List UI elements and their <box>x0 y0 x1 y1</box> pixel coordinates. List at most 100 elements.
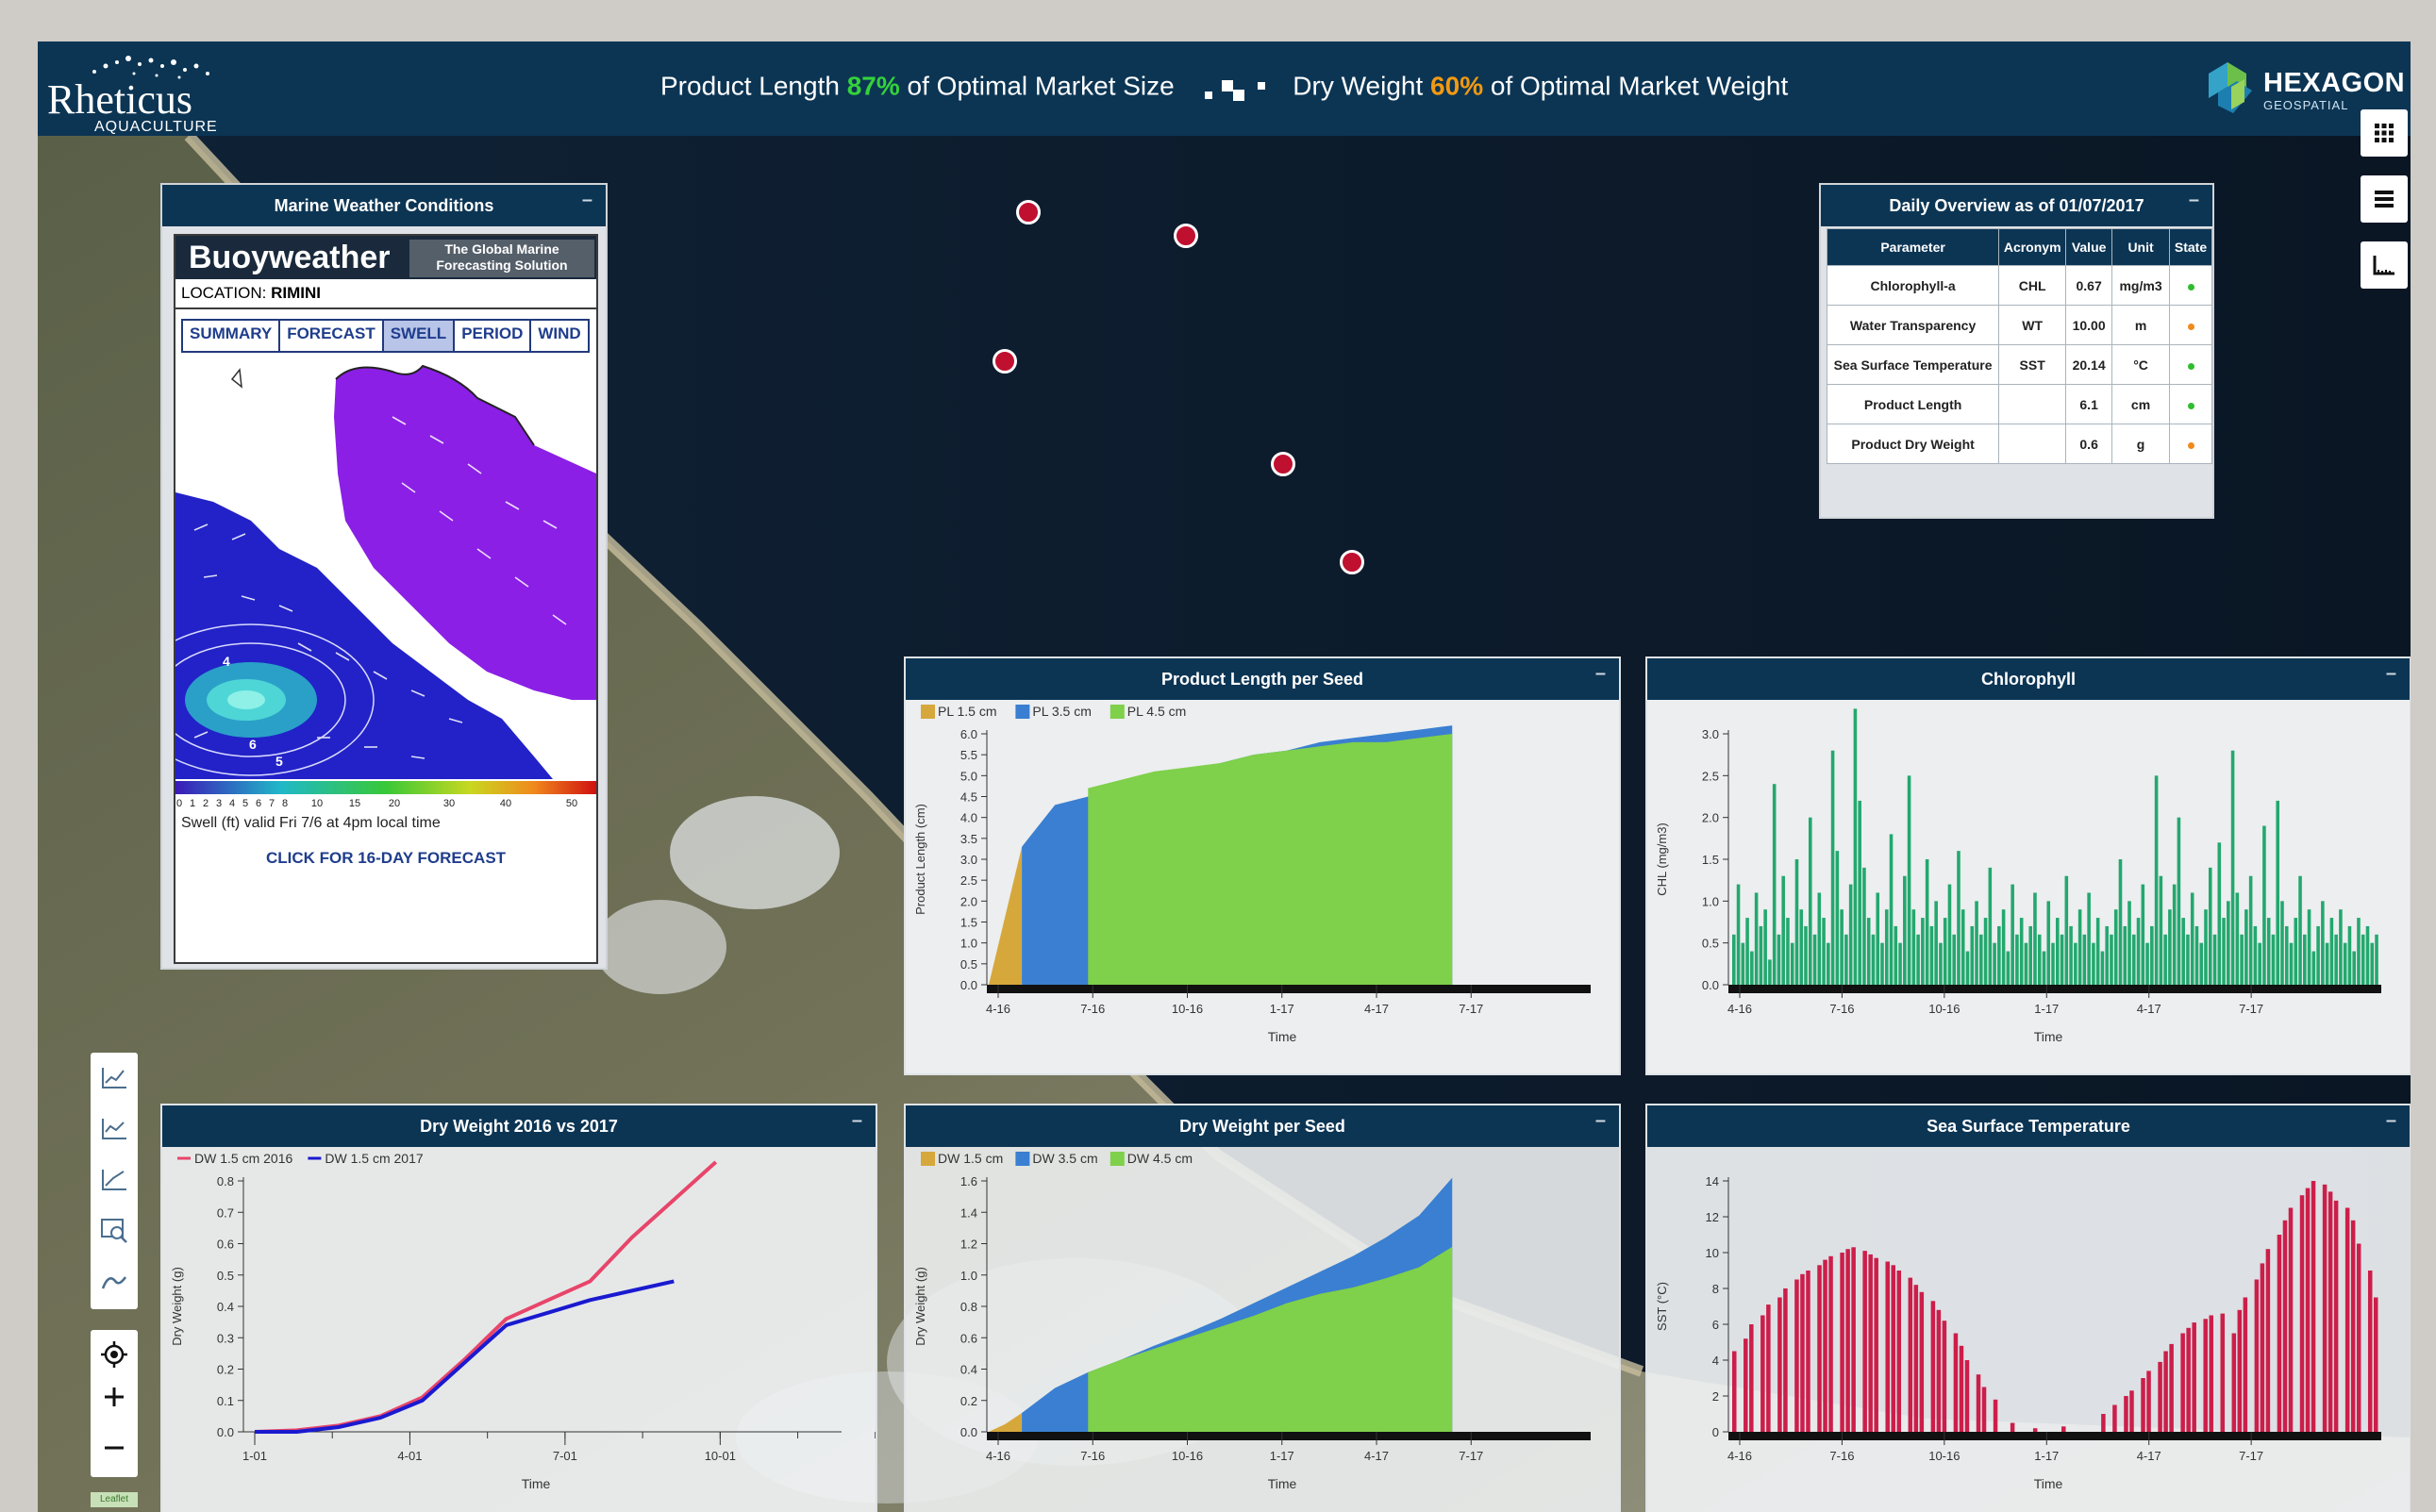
panel-title-text: Dry Weight per Seed <box>1179 1117 1345 1136</box>
bar <box>1934 901 1938 985</box>
x-tick-label: 4-17 <box>2137 1002 2161 1016</box>
app-frame: Rheticus AQUACULTURE Product Length 87% … <box>38 42 2411 1512</box>
x-axis-bar <box>1728 1432 2381 1440</box>
farm-marker[interactable] <box>1271 452 1295 476</box>
measure-button[interactable] <box>2361 241 2408 289</box>
grid-view-button[interactable] <box>2361 109 2408 157</box>
x-tick-label: 7-17 <box>2239 1449 2263 1463</box>
tagline-line-2: Forecasting Solution <box>436 258 568 273</box>
farm-marker[interactable] <box>1340 550 1364 574</box>
leaflet-attribution[interactable]: Leaflet <box>91 1492 138 1507</box>
chart-tool-button[interactable] <box>91 1053 138 1104</box>
bar <box>1942 1321 1947 1432</box>
chart-tool-button[interactable] <box>91 1155 138 1205</box>
x-tick-label: 10-16 <box>1172 1002 1203 1016</box>
chart-svg: DW 1.5 cm DW 3.5 cm DW 4.5 cm 0.0 0.2 0.4 0.6 0… <box>913 1151 1591 1491</box>
bar <box>2339 909 2343 985</box>
x-tick-label: 1-17 <box>1270 1002 1294 1016</box>
zoom-chart-button[interactable] <box>91 1205 138 1256</box>
chart-tool-button[interactable] <box>91 1104 138 1155</box>
chlorophyll-chart[interactable]: 0.0 0.5 1.0 1.5 2.0 2.5 3.0 CHL (mg/m3) 4-16 7-16… <box>1647 700 2410 1074</box>
y-tick-label: 0.6 <box>217 1238 234 1252</box>
bar <box>1953 1333 1959 1432</box>
minimize-button[interactable]: – <box>2189 179 2199 221</box>
bar <box>2262 825 2266 985</box>
farm-marker[interactable] <box>1016 200 1041 224</box>
swell-map[interactable]: 4 6 5 <box>175 360 596 794</box>
contour-label: 5 <box>275 754 283 769</box>
bar <box>1806 1271 1810 1432</box>
y-tick-label: 4.5 <box>960 790 977 805</box>
zoom-in-button[interactable] <box>91 1371 138 1422</box>
bar <box>1993 1399 1998 1432</box>
bar <box>1916 934 1920 985</box>
scale-tick-label: 6 <box>256 798 261 809</box>
sst-chart[interactable]: 0 2 4 6 8 10 12 14 SST (°C) 4-16 7-16 10-16 1-17 4-17… <box>1647 1147 2410 1512</box>
bar <box>2276 800 2280 985</box>
column-header: State <box>2169 228 2212 266</box>
x-tick-label: 4-16 <box>986 1449 1010 1463</box>
bar <box>1979 934 1983 985</box>
bar <box>2209 1315 2213 1432</box>
x-tick-label: 10-16 <box>1172 1449 1203 1463</box>
bar <box>2361 934 2365 985</box>
farm-marker[interactable] <box>993 349 1017 374</box>
cell-state <box>2169 265 2212 306</box>
forecast-link[interactable]: CLICK FOR 16-DAY FORECAST <box>175 849 596 868</box>
zoom-out-button[interactable] <box>91 1422 138 1473</box>
hamburger-icon <box>2375 191 2394 208</box>
legend-label: DW 1.5 cm <box>938 1151 1003 1166</box>
dry-weight-years-chart[interactable]: DW 1.5 cm 2016 DW 1.5 cm 2017 0.0 0.1 0.2 0.3… <box>162 1147 954 1512</box>
tab-wind[interactable]: WIND <box>531 321 587 351</box>
x-axis-label: Time <box>2034 1029 2063 1044</box>
minimize-button[interactable]: – <box>852 1100 862 1141</box>
bar <box>1745 918 1749 985</box>
bar <box>2069 925 2073 985</box>
buoyweather-widget[interactable]: Buoyweather The Global Marine Forecastin… <box>174 234 598 964</box>
minimize-button[interactable]: – <box>582 179 592 221</box>
bar <box>1812 934 1817 985</box>
menu-button[interactable] <box>2361 175 2408 223</box>
farm-marker[interactable] <box>1174 224 1198 248</box>
tab-summary[interactable]: SUMMARY <box>183 321 281 351</box>
tab-swell[interactable]: SWELL <box>383 321 456 351</box>
y-tick-label: 4 <box>1712 1354 1719 1368</box>
tab-period[interactable]: PERIOD <box>455 321 532 351</box>
bar <box>2158 1361 2162 1432</box>
overview-title: Daily Overview as of 01/07/2017 – <box>1821 185 2212 226</box>
y-tick-label: 5.0 <box>960 769 977 783</box>
y-tick-label: 0.5 <box>217 1269 234 1283</box>
wave-tool-button[interactable] <box>91 1256 138 1307</box>
product-length-chart[interactable]: PL 1.5 cm PL 3.5 cm PL 4.5 cm 0.0 0.5 1.0 1.5 2… <box>906 700 1619 1074</box>
minimize-button[interactable]: – <box>1595 1100 1606 1141</box>
bar <box>1988 867 1993 985</box>
table-row: Water Transparency WT 10.00 m <box>1826 305 2212 345</box>
bar <box>2113 909 2118 985</box>
bar <box>1754 892 1759 985</box>
bar <box>2204 909 2208 985</box>
x-tick-label: 7-16 <box>1080 1002 1105 1016</box>
length-suffix: of Optimal Market Size <box>899 71 1175 101</box>
bar <box>2347 925 2352 985</box>
bar <box>2220 1313 2226 1432</box>
bar <box>1939 942 1943 985</box>
dry-weight-seed-chart[interactable]: DW 1.5 cm DW 3.5 cm DW 4.5 cm 0.0 0.2 0.4 0.6 0… <box>906 1147 1619 1512</box>
bar <box>2299 1195 2305 1432</box>
y-tick-label: 0.3 <box>217 1331 234 1345</box>
minimize-button[interactable]: – <box>2386 653 2396 694</box>
y-tick-label: 0.2 <box>217 1363 234 1377</box>
x-axis-bar <box>1728 985 2381 993</box>
legend-swatch <box>1015 1152 1030 1166</box>
minimize-button[interactable]: – <box>2386 1100 2396 1141</box>
line-series-1 <box>255 1279 675 1434</box>
bar <box>2141 1378 2145 1432</box>
y-tick-label: 5.5 <box>960 748 977 762</box>
logo-subtitle: AQUACULTURE <box>94 119 218 135</box>
area-series-2 <box>1088 1246 1453 1432</box>
minimize-button[interactable]: – <box>1595 653 1606 694</box>
bar <box>1959 1345 1964 1432</box>
area-series-2 <box>1088 734 1453 985</box>
y-axis-label: SST (°C) <box>1655 1282 1669 1331</box>
bar <box>2370 942 2375 985</box>
tab-forecast[interactable]: FORECAST <box>280 321 384 351</box>
